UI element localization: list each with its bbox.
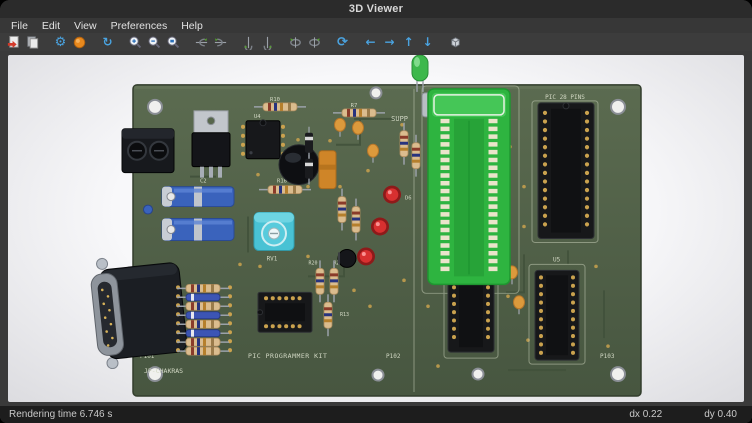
rotate-y-ccw-button[interactable] [240, 34, 257, 50]
rotate-y-cw-button[interactable] [259, 34, 276, 50]
silkscreen-r20: R20 [308, 260, 317, 266]
zif-socket [422, 89, 510, 284]
status-bar: Rendering time 6.746 s dx 0.22 dy 0.40 [0, 406, 752, 423]
orthographic-view-button[interactable] [447, 34, 464, 50]
rotate-y-ccw-icon [241, 35, 256, 50]
db9-connector [89, 251, 189, 370]
silkscreen-c2: C2 [200, 179, 207, 185]
menu-item-preferences[interactable]: Preferences [104, 20, 175, 32]
zoom-fit-icon [166, 35, 181, 50]
move-up-icon: ↑ [403, 36, 413, 48]
menu-item-help[interactable]: Help [174, 20, 210, 32]
toolbar: ⚙ ↻ [0, 33, 752, 51]
move-right-icon: → [384, 36, 394, 48]
silkscreen-brand: JP-CHAKRAS [144, 367, 183, 375]
silkscreen-u5: U5 [553, 256, 561, 263]
move-up-button[interactable]: ↑ [400, 34, 417, 50]
window: 3D Viewer File Edit View Preferences Hel… [0, 0, 752, 423]
transistor [338, 249, 356, 267]
rotate-z-ccw-button[interactable] [287, 34, 304, 50]
orthographic-view-icon [448, 35, 463, 50]
reload-board-icon: ⟳ [337, 36, 348, 49]
pcb-3d-render: SUPP PIC 28 PINS U5 U4 R10 R7 R16 RV1 D6… [8, 55, 744, 402]
silkscreen-r13: R13 [340, 312, 349, 318]
dip-socket-14 [258, 292, 313, 332]
rotate-y-cw-icon [260, 35, 275, 50]
pic-socket-28 [538, 103, 594, 239]
film-cap [319, 151, 336, 189]
gear-icon: ⚙ [55, 36, 67, 49]
zoom-fit-button[interactable] [165, 34, 182, 50]
copy-image-icon [25, 35, 40, 50]
rotate-x-cw-icon [213, 35, 228, 50]
ic-socket-u5 [535, 270, 579, 360]
ic-socket-mid [448, 280, 494, 352]
move-down-icon: ↓ [422, 36, 432, 48]
move-left-button[interactable]: ← [362, 34, 379, 50]
export-image-button[interactable] [5, 34, 22, 50]
menu-item-file[interactable]: File [4, 20, 35, 32]
dip-ic-u4 [243, 120, 283, 159]
menu-bar: File Edit View Preferences Help [0, 18, 752, 33]
silkscreen-pic-28-pins: PIC 28 PINS [545, 94, 585, 101]
silkscreen-p103: P103 [600, 353, 615, 360]
rotate-x-ccw-icon [194, 35, 209, 50]
zoom-in-button[interactable] [127, 34, 144, 50]
red-led [383, 186, 401, 204]
rotate-z-ccw-icon [288, 35, 303, 50]
raytracing-icon [72, 35, 87, 50]
rotate-z-cw-icon [307, 35, 322, 50]
zoom-out-icon [147, 35, 162, 50]
raytracing-button[interactable] [71, 34, 88, 50]
window-title: 3D Viewer [349, 3, 403, 15]
red-led [357, 247, 375, 265]
menu-item-view[interactable]: View [67, 20, 104, 32]
viewport-canvas[interactable]: SUPP PIC 28 PINS U5 U4 R10 R7 R16 RV1 D6… [8, 55, 744, 402]
silkscreen-d6: D6 [405, 196, 412, 202]
reload-icon: ↻ [102, 36, 112, 48]
viewport: SUPP PIC 28 PINS U5 U4 R10 R7 R16 RV1 D6… [0, 51, 752, 406]
move-down-button[interactable]: ↓ [419, 34, 436, 50]
move-right-button[interactable]: → [381, 34, 398, 50]
menu-item-edit[interactable]: Edit [35, 20, 67, 32]
red-led [371, 218, 389, 236]
zoom-in-icon [128, 35, 143, 50]
zoom-out-button[interactable] [146, 34, 163, 50]
rotate-x-cw-button[interactable] [212, 34, 229, 50]
status-dx: dx 0.22 [629, 409, 662, 420]
rotate-z-cw-button[interactable] [306, 34, 323, 50]
silkscreen-u4: U4 [254, 114, 261, 120]
silkscreen-kit-title: PIC PROGRAMMER KIT [248, 352, 327, 360]
reload-button[interactable]: ↻ [99, 34, 116, 50]
export-image-icon [6, 35, 21, 50]
silkscreen-rv1: RV1 [267, 255, 278, 262]
render-settings-button[interactable]: ⚙ [52, 34, 69, 50]
reload-board-button[interactable]: ⟳ [334, 34, 351, 50]
disc-cap-blue [144, 205, 153, 214]
silkscreen-p102: P102 [386, 353, 401, 360]
copy-image-button[interactable] [24, 34, 41, 50]
status-rendering-time: Rendering time 6.746 s [9, 409, 112, 420]
trimmer-pot-2 [162, 219, 234, 241]
trimmer-rv1 [254, 213, 294, 251]
silkscreen-r10: R10 [270, 97, 280, 103]
trimmer-pot-1 [162, 187, 234, 207]
status-dy: dy 0.40 [704, 409, 737, 420]
silkscreen-supply: SUPP [391, 115, 408, 123]
title-bar[interactable]: 3D Viewer [0, 0, 752, 18]
silkscreen-r7: R7 [351, 103, 358, 109]
terminal-block [122, 129, 174, 173]
move-left-icon: ← [365, 36, 375, 48]
rotate-x-ccw-button[interactable] [193, 34, 210, 50]
